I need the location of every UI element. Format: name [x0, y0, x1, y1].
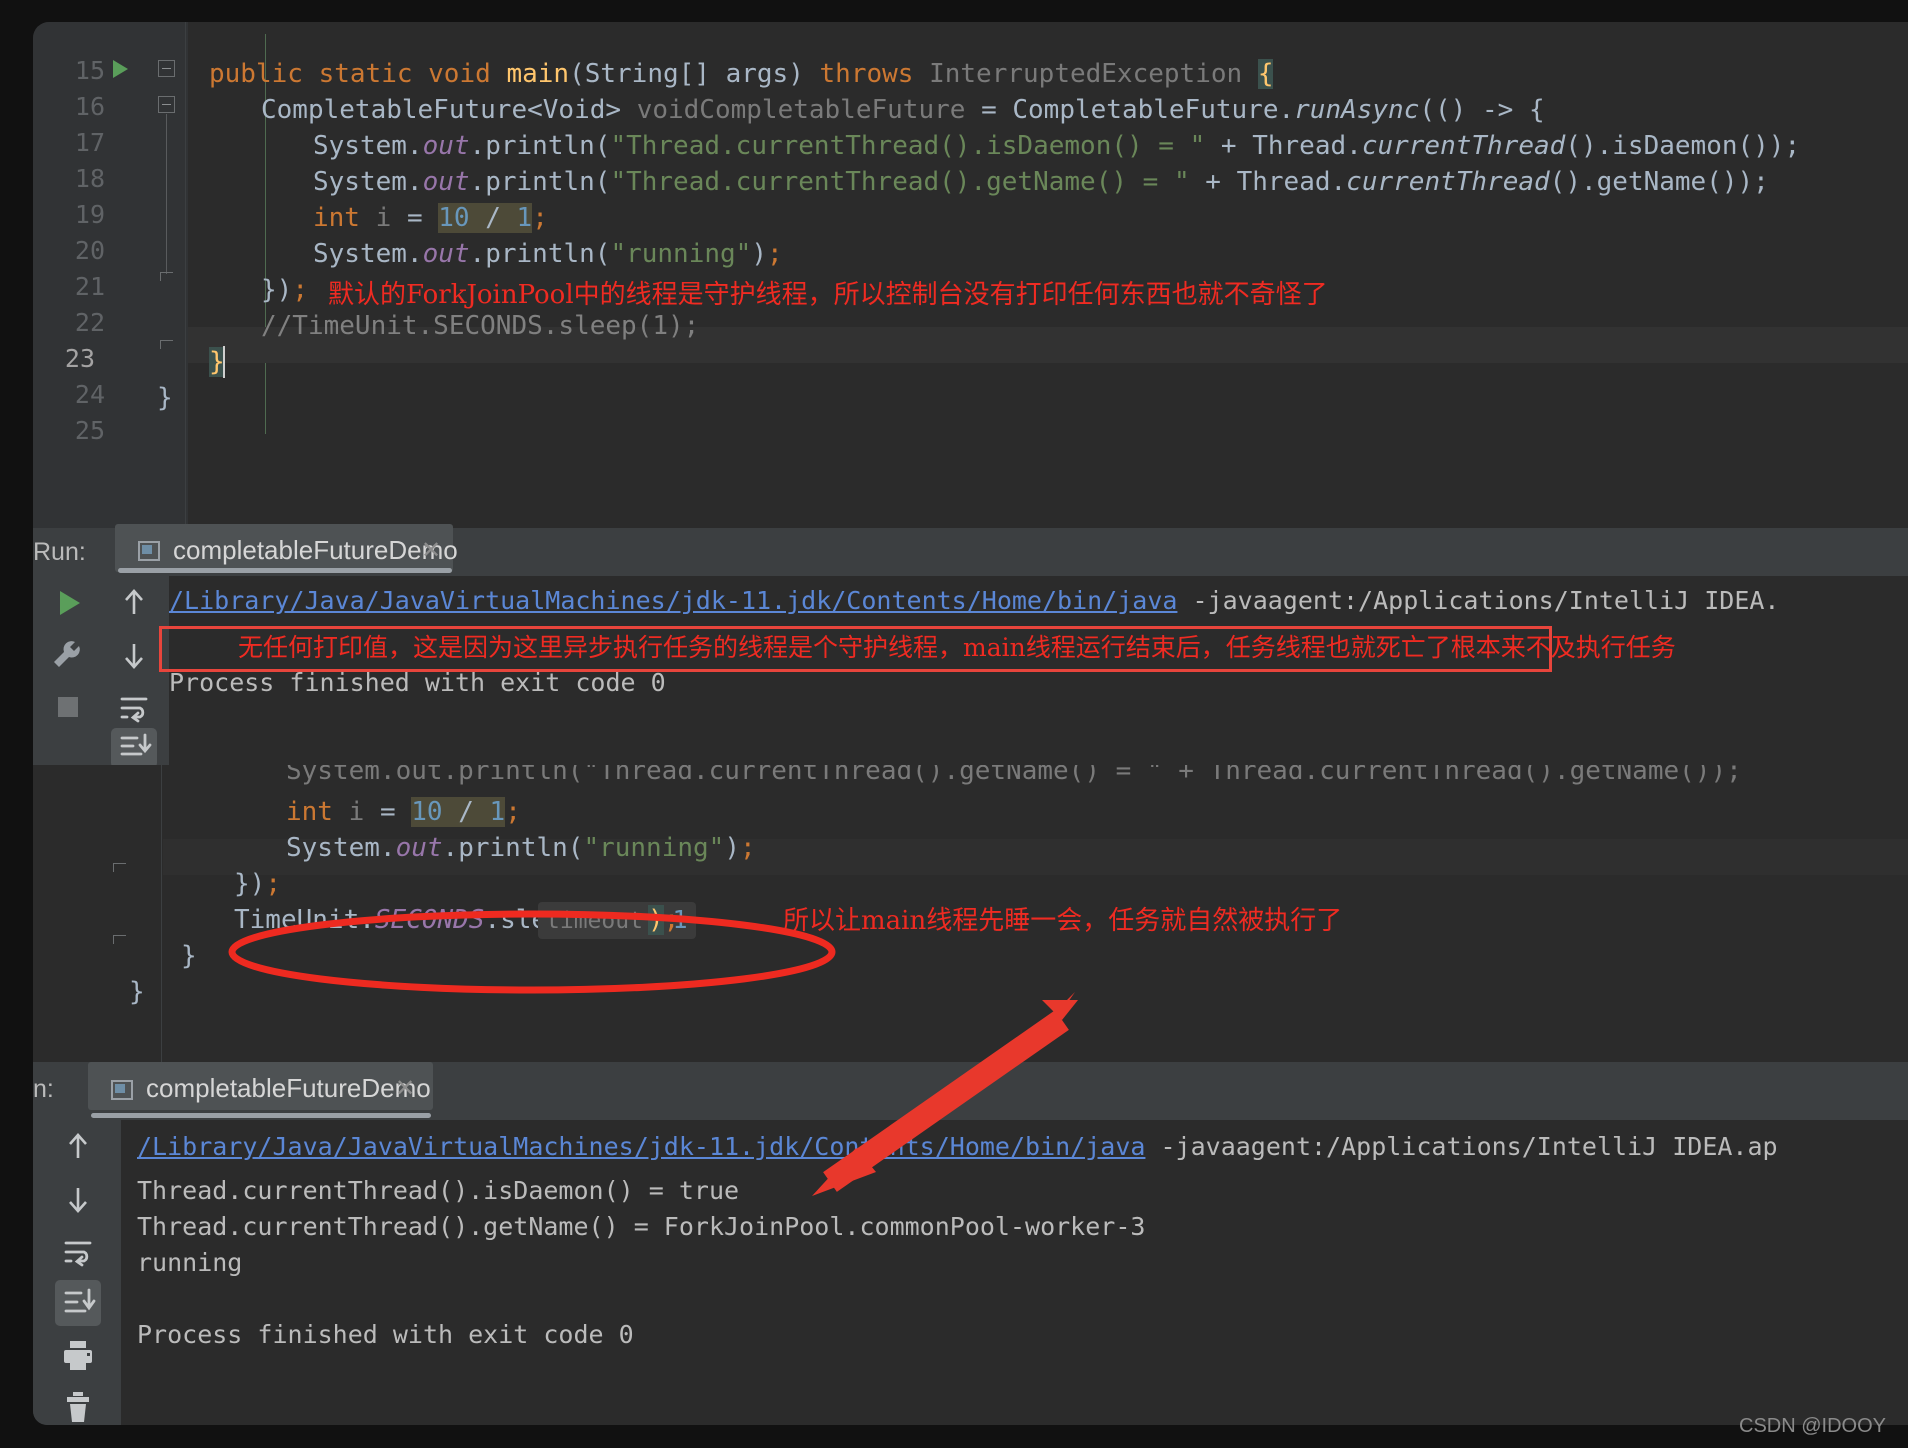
line-number: 25	[74, 416, 105, 445]
settings-gear-icon[interactable]	[45, 632, 91, 678]
line-number: 19	[74, 200, 105, 229]
tab-active-underline	[91, 1113, 431, 1118]
code-line[interactable]: System.out.println("running");	[286, 830, 756, 866]
rerun-icon[interactable]	[45, 580, 91, 626]
run-panel-label: Run:	[33, 538, 86, 566]
close-icon[interactable]: ✕	[421, 536, 441, 565]
run-tab-title: completableFutureDemo	[146, 1073, 431, 1103]
run-configuration-icon	[138, 541, 160, 561]
console-output-bottom[interactable]: /Library/Java/JavaVirtualMachines/jdk-11…	[121, 1120, 1908, 1425]
line-number-current: 23	[64, 344, 95, 373]
soft-wrap-icon[interactable]	[55, 1228, 101, 1274]
up-arrow-icon[interactable]	[55, 1124, 101, 1170]
java-args: -javaagent:/Applications/IntelliJ IDEA.a…	[1145, 1132, 1778, 1161]
line-number: 24	[74, 380, 105, 409]
code-annotation-note: 默认的ForkJoinPool中的线程是守护线程，所以控制台没有打印任何东西也就…	[328, 280, 1328, 310]
text-caret	[223, 346, 225, 378]
editor-pane-middle[interactable]: System.out.println("Thread.currentThread…	[33, 765, 1908, 1062]
down-arrow-icon[interactable]	[111, 632, 157, 678]
line-number: 22	[74, 308, 105, 337]
console-output-line: Thread.currentThread().getName() = ForkJ…	[137, 1212, 1146, 1241]
java-path-link[interactable]: /Library/Java/JavaVirtualMachines/jdk-11…	[169, 586, 1177, 615]
fold-region-end-icon	[113, 935, 126, 948]
run-panel-bottom[interactable]: n: completableFutureDemo ✕ /Library/Java…	[33, 1062, 1908, 1425]
fold-marker-icon[interactable]	[158, 96, 175, 113]
console-annotation-note: 无任何打印值，这是因为这里异步执行任务的线程是个守护线程，main线程运行结束后…	[238, 633, 1676, 662]
run-tab-title: completableFutureDemo	[173, 535, 458, 565]
run-panel-top[interactable]: Run: completableFutureDemo ✕ /Library/Ja…	[33, 524, 1908, 768]
up-arrow-icon[interactable]	[111, 580, 157, 626]
code-line-sleep-tail[interactable]: );	[648, 902, 679, 938]
fold-marker-icon[interactable]	[158, 60, 175, 77]
line-number: 20	[74, 236, 105, 265]
editor-pane-top[interactable]: 15 16 17 18 19 20 21 22 23 24 25 public …	[33, 22, 1908, 528]
line-number: 17	[74, 128, 105, 157]
code-line[interactable]: //TimeUnit.SECONDS.sleep(1);	[261, 308, 699, 344]
run-configuration-icon	[111, 1080, 133, 1100]
console-output-line: running	[137, 1248, 243, 1277]
console-output-line: Thread.currentThread().isDaemon() = true	[137, 1176, 740, 1205]
line-number: 15	[74, 56, 105, 85]
fold-region-line	[166, 114, 167, 274]
code-line[interactable]: int i = 10 / 1;	[313, 200, 548, 236]
code-line[interactable]: }	[181, 938, 197, 974]
java-path-link[interactable]: /Library/Java/JavaVirtualMachines/jdk-11…	[137, 1132, 1145, 1161]
ide-screenshot: 15 16 17 18 19 20 21 22 23 24 25 public …	[0, 0, 1908, 1448]
code-line[interactable]: System.out.println("running");	[313, 236, 783, 272]
stop-icon[interactable]	[45, 684, 91, 730]
close-icon[interactable]: ✕	[395, 1074, 415, 1103]
print-icon[interactable]	[55, 1332, 101, 1378]
tab-active-underline	[118, 568, 452, 573]
console-output-line: Process finished with exit code 0	[137, 1320, 634, 1349]
fold-region-end-icon	[160, 272, 173, 285]
code-line[interactable]: int i = 10 / 1;	[286, 794, 521, 830]
code-line[interactable]: CompletableFuture<Void> voidCompletableF…	[261, 92, 1545, 128]
code-line[interactable]: System.out.println("Thread.currentThread…	[313, 164, 1769, 200]
java-args: -javaagent:/Applications/IntelliJ IDEA.	[1177, 586, 1780, 615]
scroll-to-end-icon[interactable]	[55, 1280, 101, 1326]
console-command-line[interactable]: /Library/Java/JavaVirtualMachines/jdk-11…	[137, 1132, 1778, 1161]
fold-region-end-icon	[160, 340, 173, 353]
delete-trash-icon[interactable]	[55, 1384, 101, 1425]
fold-region-end-icon	[113, 863, 126, 876]
code-line[interactable]: });	[261, 272, 308, 308]
code-line[interactable]: });	[234, 866, 281, 902]
scroll-to-end-icon[interactable]	[111, 728, 157, 768]
line-number: 16	[74, 92, 105, 121]
line-number: 18	[74, 164, 105, 193]
soft-wrap-icon[interactable]	[111, 684, 157, 730]
line-number: 21	[74, 272, 105, 301]
code-line-cut[interactable]: System.out.println("Thread.currentThread…	[286, 765, 1742, 789]
code-line[interactable]: }	[157, 380, 173, 416]
run-gutter-icon[interactable]	[113, 60, 128, 78]
code-line[interactable]: public static void main(String[] args) t…	[209, 56, 1274, 92]
code-line[interactable]: System.out.println("Thread.currentThread…	[313, 128, 1800, 164]
down-arrow-icon[interactable]	[55, 1176, 101, 1222]
sleep-annotation-note: 所以让main线程先睡一会，任务就自然被执行了	[783, 906, 1343, 936]
watermark: CSDN @IDOOY	[1739, 1415, 1886, 1437]
console-command-line[interactable]: /Library/Java/JavaVirtualMachines/jdk-11…	[169, 586, 1780, 615]
console-exit-line: Process finished with exit code 0	[169, 668, 666, 697]
code-line[interactable]: }	[129, 974, 145, 1010]
run-panel-label: n:	[33, 1075, 54, 1103]
